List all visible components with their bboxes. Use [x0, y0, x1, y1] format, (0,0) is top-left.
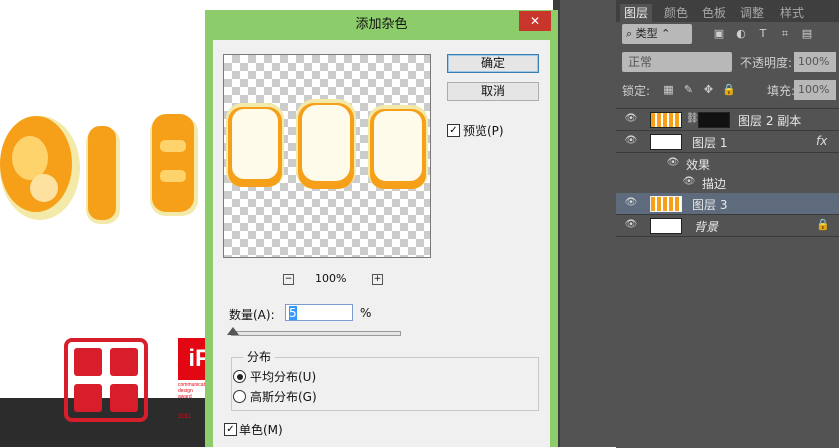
amount-slider-track[interactable]	[231, 331, 401, 336]
effects-label: 效果	[686, 158, 711, 172]
layer-row-layer-1[interactable]: 👁 图层 1 fx	[616, 131, 839, 153]
if-logo-year: 2011	[178, 414, 191, 420]
lock-transparency-icon[interactable]: ▦	[662, 83, 675, 96]
lock-icon: 🔒	[816, 218, 830, 231]
layer-name: 图层 3	[692, 198, 728, 212]
panel-dock-gap	[560, 0, 616, 447]
gaussian-radio[interactable]	[233, 390, 246, 403]
lock-row: 锁定: ▦ ✎ ✥ 🔒 填充: 100%	[620, 80, 836, 102]
preview-checkbox[interactable]: ✓	[447, 124, 460, 137]
red-seal-stamp	[64, 338, 148, 422]
layer-name: 图层 2 副本	[738, 114, 802, 128]
image-filter-icon[interactable]: ▣	[712, 27, 726, 41]
filter-preview-pane[interactable]	[223, 54, 431, 258]
amount-input[interactable]: 5	[285, 304, 353, 321]
uniform-radio-label: 平均分布(U)	[250, 370, 317, 384]
close-button[interactable]: ✕	[519, 11, 551, 31]
preview-checkbox-label: 预览(P)	[463, 124, 504, 138]
canvas-artwork	[0, 114, 198, 224]
lock-pixels-icon[interactable]: ✎	[682, 83, 695, 96]
zoom-in-button[interactable]: +	[372, 274, 383, 285]
stroke-effect-label: 描边	[702, 177, 727, 191]
eye-icon[interactable]: 👁	[682, 176, 696, 188]
layer-list: 👁 ⛓ 图层 2 副本 👁 图层 1 fx 👁 效果 👁 描边 👁 图层 3 👁	[616, 108, 839, 448]
tab-layers[interactable]: 图层	[620, 4, 653, 22]
tab-adjustments[interactable]: 调整	[736, 4, 768, 22]
layer-row-background[interactable]: 👁 背景 🔒	[616, 215, 839, 237]
layer-thumbnail	[650, 196, 682, 212]
fill-label: 填充:	[767, 84, 796, 98]
tab-styles[interactable]: 样式	[776, 4, 808, 22]
effects-row[interactable]: 👁 效果	[616, 153, 839, 174]
layers-panel: 图层 颜色 色板 调整 样式 ⌕ 类型 ⌃ ▣ ◐ T ⌗ ▤ 正常 不透明度:…	[616, 0, 839, 448]
layer-name: 背景	[694, 220, 719, 234]
layer-filter-row: ⌕ 类型 ⌃ ▣ ◐ T ⌗ ▤	[620, 24, 835, 46]
stroke-effect-row[interactable]: 👁 描边	[616, 172, 839, 194]
amount-label: 数量(A):	[229, 308, 275, 322]
tab-color[interactable]: 颜色	[660, 4, 692, 22]
amount-unit: %	[360, 306, 372, 320]
lock-label: 锁定:	[622, 84, 651, 98]
eye-icon[interactable]: 👁	[624, 219, 638, 231]
lock-all-icon[interactable]: 🔒	[722, 83, 736, 96]
layer-mask-thumbnail	[698, 112, 730, 128]
zoom-out-button[interactable]: −	[283, 274, 294, 285]
chain-link-icon[interactable]: ⛓	[686, 113, 699, 124]
eye-icon[interactable]: 👁	[624, 113, 638, 125]
zoom-level: 100%	[315, 272, 347, 285]
monochromatic-checkbox[interactable]: ✓	[224, 423, 237, 436]
layer-thumbnail	[650, 112, 682, 128]
dialog-title: 添加杂色	[355, 17, 408, 32]
layer-thumbnail	[650, 134, 682, 150]
panel-tabs: 图层 颜色 色板 调整 样式	[616, 0, 839, 22]
lock-position-icon[interactable]: ✥	[702, 83, 715, 96]
blend-mode-select[interactable]: 正常	[622, 52, 732, 72]
add-noise-dialog: 添加杂色 ✕ 确定 取消 ✓ 预览(P) − 100% + 数量(A): 5 %…	[205, 10, 558, 447]
dialog-body: 确定 取消 ✓ 预览(P) − 100% + 数量(A): 5 % 分布 平均分…	[213, 40, 550, 447]
cancel-button[interactable]: 取消	[447, 82, 539, 101]
eye-icon[interactable]: 👁	[624, 135, 638, 147]
orange-letter-art	[0, 114, 198, 224]
blend-mode-value: 正常	[628, 55, 653, 69]
layer-row-layer-3[interactable]: 👁 图层 3	[616, 193, 839, 215]
ok-button[interactable]: 确定	[447, 54, 539, 73]
uniform-radio[interactable]	[233, 370, 246, 383]
adjustment-filter-icon[interactable]: ◐	[734, 27, 748, 41]
eye-icon[interactable]: 👁	[624, 197, 638, 209]
fx-icon[interactable]: fx	[816, 134, 827, 148]
blend-row: 正常 不透明度: 100%	[620, 52, 836, 74]
amount-slider-thumb[interactable]	[226, 327, 239, 335]
opacity-input[interactable]: 100%	[794, 52, 836, 72]
filter-kind-select[interactable]: ⌕ 类型 ⌃	[622, 24, 692, 44]
text-filter-icon[interactable]: T	[756, 27, 770, 41]
gaussian-radio-label: 高斯分布(G)	[250, 390, 317, 404]
amount-value: 5	[289, 306, 297, 320]
eye-icon[interactable]: 👁	[666, 157, 680, 169]
smart-object-filter-icon[interactable]: ▤	[800, 27, 814, 41]
shape-filter-icon[interactable]: ⌗	[778, 27, 792, 41]
opacity-label: 不透明度:	[740, 56, 793, 70]
fill-input[interactable]: 100%	[794, 80, 836, 100]
layer-row-layer-2-copy[interactable]: 👁 ⛓ 图层 2 副本	[616, 109, 839, 131]
layer-name: 图层 1	[692, 136, 728, 150]
monochromatic-label: 单色(M)	[239, 423, 283, 437]
tab-swatches[interactable]: 色板	[698, 4, 730, 22]
preview-artwork	[226, 99, 428, 189]
layer-thumbnail	[650, 218, 682, 234]
distribution-legend: 分布	[243, 348, 276, 365]
filter-kind-value: 类型	[635, 27, 658, 40]
